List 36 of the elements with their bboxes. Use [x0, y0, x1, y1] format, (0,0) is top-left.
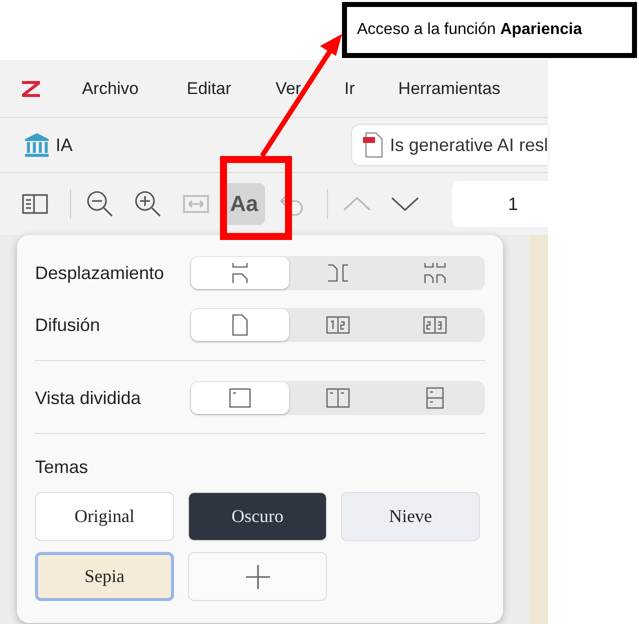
menu-item[interactable]: Editar — [186, 78, 276, 98]
single-view-icon — [228, 387, 252, 409]
fit-width-icon — [182, 193, 210, 215]
horizontal-scroll-icon — [326, 262, 350, 284]
library-icon — [24, 132, 50, 158]
logo-icon — [20, 78, 42, 98]
pdf-file-icon — [362, 132, 384, 158]
menu-item[interactable]: Ir — [344, 78, 398, 98]
option-label: Desplazamiento — [35, 262, 166, 284]
chevron-up-icon — [342, 195, 372, 213]
even-spread-icon — [423, 314, 448, 336]
zoom-in-icon — [133, 189, 163, 219]
theme-button[interactable]: Nieve — [341, 492, 480, 541]
plus-icon — [244, 564, 270, 590]
theme-button[interactable]: Sepia — [35, 552, 174, 601]
tab-title: Is generative AI resl — [390, 134, 548, 156]
callout-text: Acceso a la función Apariencia — [357, 21, 582, 39]
menu-item[interactable]: Archivo — [82, 78, 187, 98]
sidebar-icon — [21, 192, 49, 216]
document-tab[interactable]: Is generative AI resl — [352, 125, 548, 165]
option-label: Vista dividida — [35, 388, 142, 408]
vertical-split-icon — [326, 387, 350, 409]
page-number-field[interactable]: 1 — [452, 181, 548, 227]
theme-button[interactable]: Oscuro — [188, 492, 327, 541]
segment-option[interactable] — [191, 309, 289, 341]
zoom-out-icon — [85, 189, 115, 219]
segment-option[interactable] — [191, 382, 289, 414]
chevron-down-icon — [390, 195, 420, 213]
option-label: Difusión — [35, 314, 102, 336]
collection-name[interactable]: IA — [56, 134, 352, 156]
menu-item[interactable]: Ver — [276, 78, 344, 98]
themes-heading: Temas — [35, 457, 90, 478]
odd-spread-icon — [326, 314, 350, 336]
theme-button[interactable]: Original — [35, 492, 174, 541]
wrapped-scroll-icon — [423, 262, 448, 284]
menu-item[interactable]: Herramientas — [398, 78, 548, 98]
